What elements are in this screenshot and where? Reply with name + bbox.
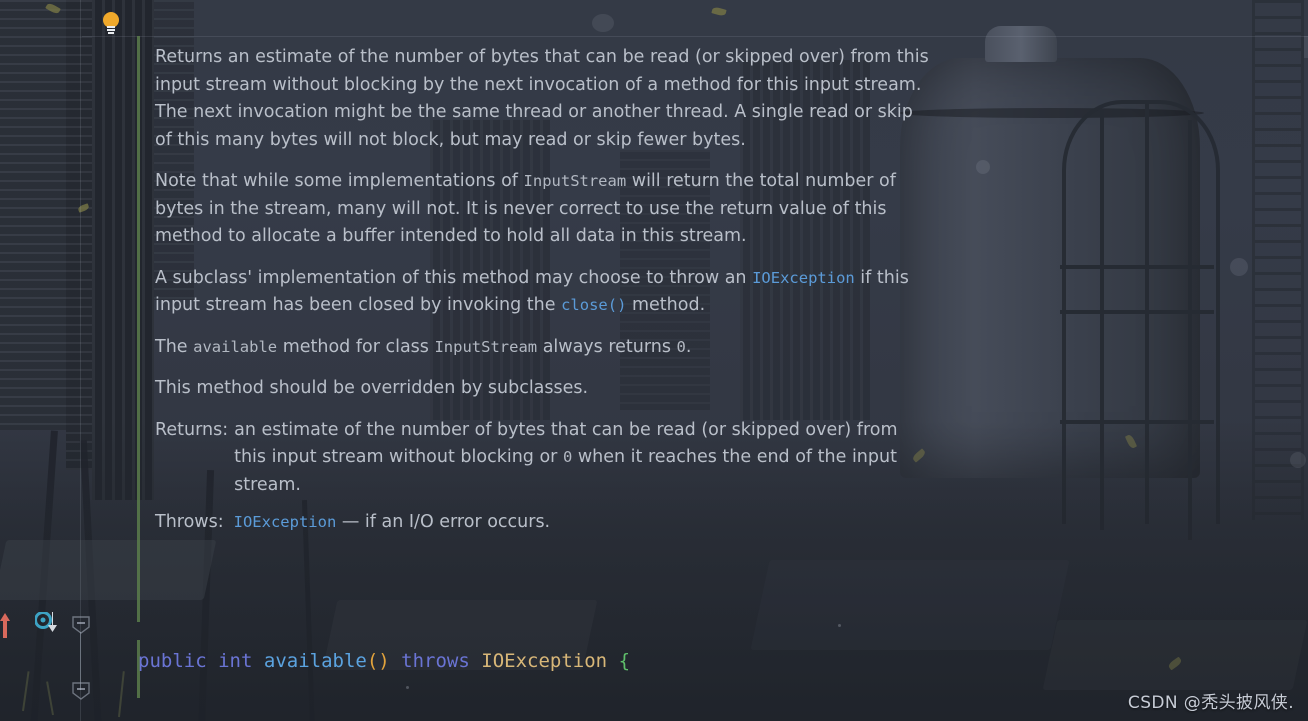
- code-line-2[interactable]: return 0;: [138, 712, 630, 721]
- javadoc-text: Note that while some implementations of: [155, 171, 524, 191]
- javadoc-paragraph-3: A subclass' implementation of this metho…: [155, 265, 935, 320]
- background-debris: [592, 14, 614, 32]
- inline-code-available: available: [193, 337, 278, 356]
- background-rubble: [750, 560, 1070, 650]
- code-parens: (): [366, 650, 390, 672]
- javadoc-popup-content: Returns an estimate of the number of byt…: [155, 44, 935, 547]
- javadoc-text: always returns: [537, 336, 677, 357]
- code-class-ioexception: IOException: [481, 650, 608, 672]
- throws-label: Throws:: [155, 512, 224, 532]
- javadoc-throws-block: Throws: IOException — if an I/O error oc…: [155, 509, 935, 537]
- watermark: CSDN @秃头披风侠.: [1127, 693, 1294, 713]
- returns-label: Returns:: [155, 419, 229, 440]
- inline-code-inputstream: InputStream: [434, 337, 538, 356]
- inline-code-zero: 0: [676, 337, 686, 356]
- background-debris: [1290, 452, 1306, 468]
- background-cage-ring: [1060, 310, 1214, 314]
- throws-description: IOException — if an I/O error occurs.: [230, 509, 935, 537]
- changed-lines-marker[interactable]: [137, 36, 140, 622]
- javadoc-paragraph-5: This method should be overridden by subc…: [155, 375, 935, 403]
- code-method-name: available: [263, 650, 367, 672]
- background-debris: [838, 624, 841, 627]
- javadoc-paragraph-4: The available method for class InputStre…: [155, 334, 935, 362]
- fold-collapse-icon[interactable]: [70, 614, 92, 636]
- code-keyword-int: int: [218, 650, 253, 672]
- background-cage-ring: [1060, 265, 1214, 269]
- background-rubble: [1042, 620, 1308, 690]
- javadoc-text: method.: [626, 295, 706, 315]
- returns-description: an estimate of the number of bytes that …: [234, 417, 935, 500]
- javadoc-text: method for class: [277, 336, 435, 357]
- link-close-method[interactable]: close(): [561, 296, 626, 314]
- scrollbar-marker[interactable]: [1304, 36, 1308, 58]
- fold-collapse-icon[interactable]: [70, 680, 92, 702]
- background-water-tower-cap: [985, 26, 1057, 62]
- up-arrow-icon[interactable]: [0, 612, 10, 638]
- javadoc-text: —: [336, 512, 365, 532]
- link-ioexception[interactable]: IOException: [234, 513, 337, 531]
- code-keyword-public: public: [138, 650, 207, 672]
- background-debris: [1230, 258, 1248, 276]
- javadoc-text: .: [685, 336, 692, 357]
- javadoc-paragraph-2: Note that while some implementations of …: [155, 168, 935, 251]
- javadoc-text: The: [155, 336, 194, 357]
- background-debris: [976, 160, 990, 174]
- link-ioexception[interactable]: IOException: [752, 269, 855, 287]
- javadoc-text: A subclass' implementation of this metho…: [155, 267, 753, 288]
- javadoc-text: This method should be overridden by subc…: [155, 378, 589, 398]
- inline-code-inputstream: InputStream: [523, 172, 627, 190]
- code-open-brace: {: [618, 650, 631, 672]
- javadoc-returns-block: Returns: an estimate of the number of by…: [155, 417, 935, 500]
- code-line-1[interactable]: public int available() throws IOExceptio…: [138, 644, 630, 678]
- inline-code-zero: 0: [562, 448, 573, 466]
- javadoc-text: Returns an estimate of the number of byt…: [155, 47, 929, 150]
- lightbulb-icon[interactable]: [101, 11, 121, 37]
- source-code-block[interactable]: public int available() throws IOExceptio…: [138, 610, 630, 721]
- overriding-method-icon[interactable]: [34, 611, 61, 634]
- ide-editor-window: Returns an estimate of the number of byt…: [0, 0, 1308, 721]
- gutter-separator: [80, 0, 81, 721]
- javadoc-paragraph-1: Returns an estimate of the number of byt…: [155, 44, 935, 154]
- javadoc-text: if an I/O error occurs.: [364, 512, 551, 532]
- documentation-top-separator: [82, 36, 1308, 37]
- code-keyword-throws: throws: [401, 650, 470, 672]
